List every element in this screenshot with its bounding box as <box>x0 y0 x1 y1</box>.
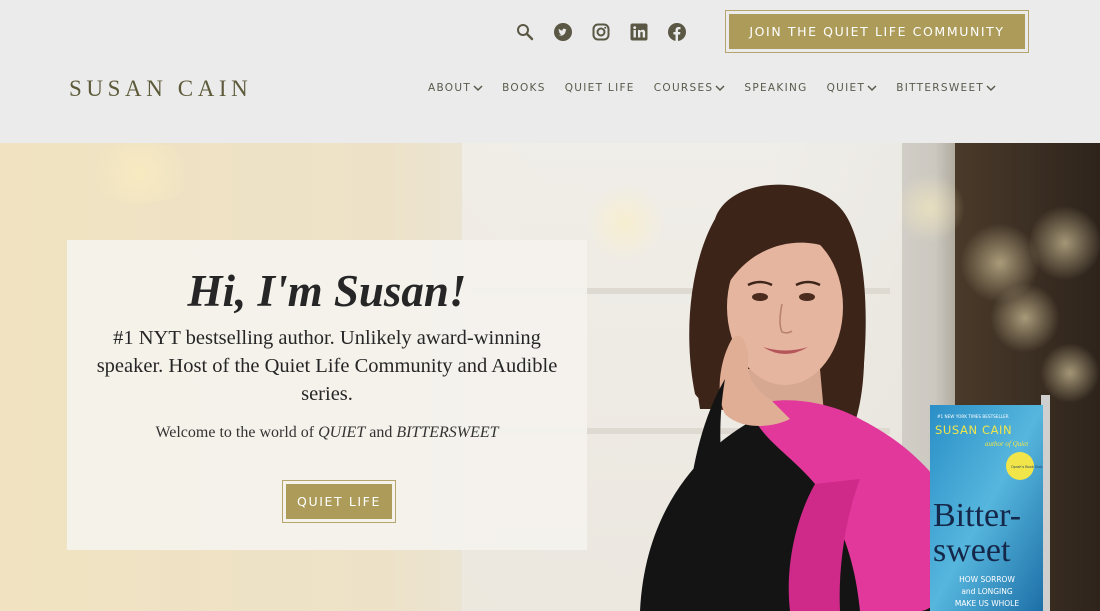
main-nav: ABOUT BOOKS QUIET LIFE COURSES SPEAKING … <box>428 82 996 94</box>
nav-item-quiet[interactable]: QUIET <box>827 82 878 94</box>
nav-item-quiet-life[interactable]: QUIET LIFE <box>565 82 635 94</box>
nav-label: BITTERSWEET <box>896 82 985 94</box>
utility-bar <box>516 20 706 44</box>
join-community-button[interactable]: JOIN THE QUIET LIFE COMMUNITY <box>725 10 1029 53</box>
book-tagline: #1 NEW YORK TIMES BESTSELLER <box>937 414 1009 419</box>
book-subtitle-line1: HOW SORROW <box>959 575 1015 584</box>
site-logo[interactable]: SUSAN CAIN <box>69 76 252 102</box>
nav-label: ABOUT <box>428 82 472 94</box>
hero-welcome: Welcome to the world of QUIET and BITTER… <box>67 424 587 442</box>
book-title-line1: Bitter- <box>933 497 1021 534</box>
chevron-down-icon <box>715 84 725 92</box>
nav-label: BOOKS <box>502 82 546 94</box>
welcome-book-quiet: QUIET <box>318 424 366 441</box>
intro-card: Hi, I'm Susan! #1 NYT bestselling author… <box>67 240 587 550</box>
welcome-and: and <box>365 424 397 441</box>
twitter-icon[interactable] <box>554 23 572 41</box>
nav-item-speaking[interactable]: SPEAKING <box>744 82 807 94</box>
book-badge: Oprah's Book Club <box>1011 465 1042 469</box>
nav-item-books[interactable]: BOOKS <box>502 82 546 94</box>
nav-label: QUIET LIFE <box>564 82 635 94</box>
site-header: SUSAN CAIN JOIN THE QUIET LIFE COMMUNITY… <box>0 0 1100 143</box>
linkedin-icon[interactable] <box>630 23 648 41</box>
hero-greeting: Hi, I'm Susan! <box>187 266 467 316</box>
bittersweet-book-cover[interactable]: #1 NEW YORK TIMES BESTSELLER SUSAN CAIN … <box>925 391 1050 611</box>
nav-item-bittersweet[interactable]: BITTERSWEET <box>896 82 996 94</box>
book-title-line2: sweet <box>933 532 1011 569</box>
quiet-life-label: QUIET LIFE <box>286 484 392 519</box>
book-subtitle-line2: and LONGING <box>961 587 1013 596</box>
book-author: SUSAN CAIN <box>935 423 1012 437</box>
chevron-down-icon <box>473 84 483 92</box>
book-subtitle-line3: MAKE US WHOLE <box>955 599 1019 608</box>
hero-intro: #1 NYT bestselling author. Unlikely awar… <box>96 327 558 405</box>
join-community-label: JOIN THE QUIET LIFE COMMUNITY <box>729 14 1025 49</box>
nav-item-courses[interactable]: COURSES <box>654 82 726 94</box>
quiet-life-button[interactable]: QUIET LIFE <box>282 480 396 523</box>
facebook-icon[interactable] <box>668 23 686 41</box>
bokeh-light <box>1030 203 1100 283</box>
nav-label: SPEAKING <box>744 82 808 94</box>
nav-label: COURSES <box>653 82 714 94</box>
instagram-icon[interactable] <box>592 23 610 41</box>
hero-section: #1 NEW YORK TIMES BESTSELLER SUSAN CAIN … <box>0 143 1100 611</box>
search-icon[interactable] <box>516 23 534 41</box>
chevron-down-icon <box>867 84 877 92</box>
bokeh-light <box>80 143 200 203</box>
nav-label: QUIET <box>826 82 866 94</box>
chevron-down-icon <box>986 84 996 92</box>
book-author-of: author of Quiet <box>985 440 1029 448</box>
welcome-book-bittersweet: BITTERSWEET <box>396 424 499 441</box>
welcome-prefix: Welcome to the world of <box>155 424 319 441</box>
nav-item-about[interactable]: ABOUT <box>428 82 483 94</box>
